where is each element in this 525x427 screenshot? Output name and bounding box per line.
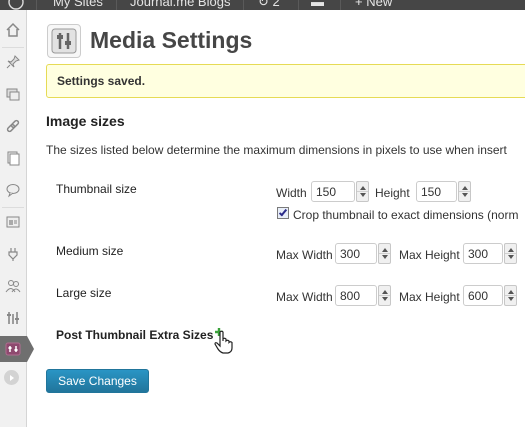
updates-count: 2 [272,0,280,9]
admin-bar-separator [340,0,341,10]
crop-thumbnail-label: Crop thumbnail to exact dimensions (norm [293,208,519,222]
medium-max-width-input[interactable] [335,243,377,264]
medium-max-width-stepper[interactable] [378,243,391,264]
appearance-icon[interactable] [3,212,23,232]
collapse-icon[interactable] [4,370,19,385]
my-sites-link[interactable]: My Sites [53,0,103,10]
settings-saved-notice: Settings saved. [46,64,525,98]
wordpress-logo-icon[interactable] [8,0,24,10]
thumbnail-width-label: Width [276,186,307,200]
admin-bar: My Sites Journal.me Blogs ↻ 2 ▬ + New [0,0,525,10]
post-thumbnail-extra-sizes-label: Post Thumbnail Extra Sizes [56,328,214,342]
large-max-width-stepper[interactable] [378,285,391,306]
image-sizes-heading: Image sizes [46,113,125,129]
admin-bar-separator [298,0,299,10]
admin-sidebar [0,10,34,427]
crop-thumbnail-checkbox[interactable] [277,207,289,219]
comments-icon[interactable] [3,180,23,200]
thumbnail-height-input[interactable] [416,181,457,202]
large-max-height-label: Max Height [399,290,460,304]
settings-icon[interactable] [3,339,23,359]
menu-separator [2,47,24,48]
medium-max-height-input[interactable] [463,243,503,264]
settings-page-icon [47,24,81,58]
thumbnail-height-label: Height [375,186,410,200]
medium-max-width-label: Max Width [276,248,333,262]
pin-icon[interactable] [3,52,23,72]
page-title: Media Settings [90,27,253,53]
large-max-width-input[interactable] [335,285,377,306]
medium-size-label: Medium size [56,244,124,258]
blog-name-link[interactable]: Journal.me Blogs [130,0,230,10]
thumbnail-size-label: Thumbnail size [56,182,137,196]
admin-bar-separator [116,0,117,10]
users-icon[interactable] [3,276,23,296]
large-size-label: Large size [56,286,112,300]
large-max-height-stepper[interactable] [504,285,517,306]
medium-max-height-label: Max Height [399,248,460,262]
new-label: New [366,0,393,9]
menu-separator [2,207,24,208]
save-changes-button[interactable]: Save Changes [46,369,149,393]
large-max-height-input[interactable] [463,285,503,306]
thumbnail-height-stepper[interactable] [458,181,471,202]
plugins-icon[interactable] [3,244,23,264]
notice-text: Settings saved. [57,74,146,88]
admin-bar-separator [36,0,37,10]
tools-icon[interactable] [3,308,23,328]
media-icon[interactable] [3,84,23,104]
comments-icon[interactable]: ▬ [311,0,324,10]
links-icon[interactable] [3,116,23,136]
dashboard-icon[interactable] [3,20,23,40]
medium-max-height-stepper[interactable] [504,243,517,264]
hand-pointer-icon [214,330,233,354]
image-sizes-description: The sizes listed below determine the max… [46,143,507,157]
pages-icon[interactable] [3,148,23,168]
new-content-link[interactable]: + New [355,0,392,10]
thumbnail-width-stepper[interactable] [356,181,369,202]
admin-bar-separator [243,0,244,10]
large-max-width-label: Max Width [276,290,333,304]
thumbnail-width-input[interactable] [311,181,355,202]
updates-link[interactable]: ↻ 2 [258,0,280,10]
